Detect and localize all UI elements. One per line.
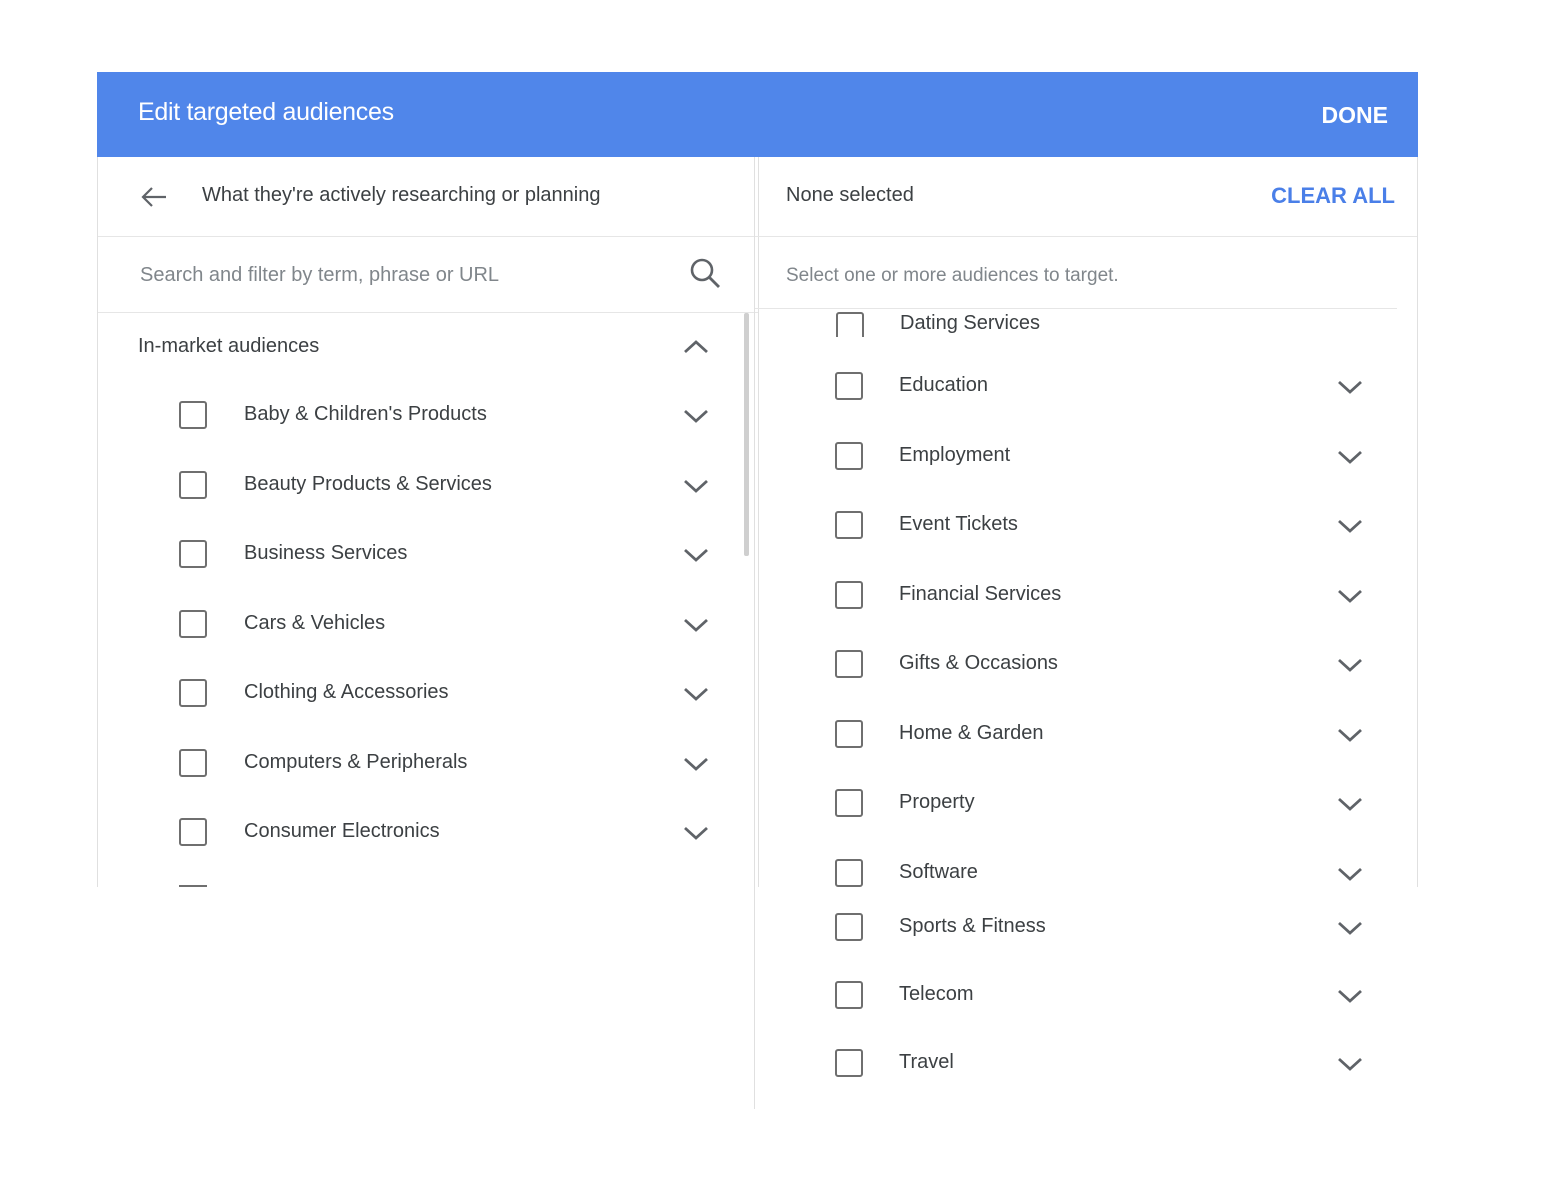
- chevron-down-icon[interactable]: [1336, 586, 1364, 606]
- list-item[interactable]: Computers & Peripherals: [98, 729, 738, 798]
- list-item-label: Beauty Products & Services: [244, 473, 492, 495]
- list-item[interactable]: Sports & Fitness: [754, 893, 1414, 962]
- selection-header: None selected CLEAR ALL: [755, 157, 1417, 237]
- list-item-label: Education: [899, 374, 988, 396]
- list-item[interactable]: Travel: [754, 1029, 1414, 1098]
- chevron-down-icon[interactable]: [1336, 918, 1364, 938]
- next-checkbox-edge: [179, 885, 207, 887]
- list-item-label: Gifts & Occasions: [899, 652, 1058, 674]
- chevron-down-icon[interactable]: [1336, 986, 1364, 1006]
- list-item-label: Event Tickets: [899, 513, 1018, 535]
- search-bar: [98, 237, 758, 313]
- checkbox[interactable]: [836, 312, 864, 337]
- list-item-label: Software: [899, 861, 978, 883]
- selection-status: None selected: [786, 184, 914, 206]
- list-item[interactable]: Home & Garden: [754, 700, 1414, 769]
- list-item[interactable]: Cars & Vehicles: [98, 590, 738, 659]
- search-input[interactable]: [138, 257, 682, 293]
- list-item-label: Clothing & Accessories: [244, 681, 449, 703]
- list-item-label: Financial Services: [899, 583, 1062, 605]
- chevron-down-icon[interactable]: [682, 684, 710, 704]
- checkbox[interactable]: [835, 981, 863, 1009]
- checkbox[interactable]: [179, 471, 207, 499]
- list-item-label: Travel: [899, 1051, 954, 1073]
- selection-hint: Select one or more audiences to target.: [786, 265, 1119, 286]
- selection-hint-row: Select one or more audiences to target.: [755, 237, 1397, 309]
- list-item[interactable]: Gifts & Occasions: [754, 630, 1414, 699]
- list-item[interactable]: Event Tickets: [754, 491, 1414, 560]
- checkbox[interactable]: [835, 720, 863, 748]
- chevron-down-icon[interactable]: [1336, 447, 1364, 467]
- search-icon[interactable]: [688, 256, 722, 290]
- checkbox[interactable]: [179, 401, 207, 429]
- checkbox[interactable]: [835, 913, 863, 941]
- list-item-label: Computers & Peripherals: [244, 751, 468, 773]
- checkbox[interactable]: [835, 1049, 863, 1077]
- chevron-down-icon[interactable]: [1336, 377, 1364, 397]
- in-market-section-header[interactable]: In-market audiences: [98, 313, 743, 381]
- audience-browser-panel: What they're actively researching or pla…: [97, 157, 759, 887]
- checkbox[interactable]: [835, 650, 863, 678]
- checkbox[interactable]: [179, 818, 207, 846]
- checkbox[interactable]: [835, 442, 863, 470]
- dialog-header: Edit targeted audiences DONE: [97, 72, 1418, 157]
- chevron-down-icon[interactable]: [1336, 1054, 1364, 1074]
- checkbox[interactable]: [835, 511, 863, 539]
- list-item-label: Cars & Vehicles: [244, 612, 386, 634]
- list-item-label: Business Services: [244, 542, 408, 564]
- list-item-label: Employment: [899, 444, 1011, 466]
- chevron-down-icon[interactable]: [1336, 655, 1364, 675]
- list-item[interactable]: Employment: [754, 422, 1414, 491]
- checkbox[interactable]: [179, 679, 207, 707]
- clear-all-button[interactable]: CLEAR ALL: [1271, 183, 1395, 209]
- list-item-label: Sports & Fitness: [899, 915, 1046, 937]
- checkbox[interactable]: [179, 610, 207, 638]
- checkbox[interactable]: [179, 749, 207, 777]
- list-item[interactable]: Property: [754, 769, 1414, 838]
- dialog-title: Edit targeted audiences: [138, 98, 394, 126]
- checkbox[interactable]: [835, 581, 863, 609]
- list-item[interactable]: Clothing & Accessories: [98, 659, 738, 728]
- list-item[interactable]: Business Services: [98, 520, 738, 589]
- list-item-label: Consumer Electronics: [244, 820, 440, 842]
- chevron-down-icon[interactable]: [1336, 794, 1364, 814]
- list-item-label: Baby & Children's Products: [244, 403, 487, 425]
- list-item-label: Dating Services: [900, 312, 1041, 334]
- selection-panel: None selected CLEAR ALL Select one or mo…: [754, 157, 1418, 1109]
- chevron-down-icon[interactable]: [682, 823, 710, 843]
- list-item[interactable]: Financial Services: [754, 561, 1414, 630]
- list-item[interactable]: Baby & Children's Products: [98, 381, 738, 450]
- category-title: What they're actively researching or pla…: [202, 184, 601, 206]
- chevron-down-icon[interactable]: [682, 476, 710, 496]
- chevron-down-icon[interactable]: [1336, 864, 1364, 884]
- section-label: In-market audiences: [138, 335, 320, 357]
- checkbox[interactable]: [835, 372, 863, 400]
- chevron-down-icon[interactable]: [682, 615, 710, 635]
- chevron-down-icon[interactable]: [1336, 725, 1364, 745]
- arrow-back-icon[interactable]: [138, 182, 170, 212]
- scrollbar[interactable]: [744, 313, 749, 556]
- list-item[interactable]: Telecom: [754, 961, 1414, 1030]
- chevron-down-icon[interactable]: [1336, 516, 1364, 536]
- chevron-up-icon[interactable]: [682, 337, 710, 357]
- list-item-label: Telecom: [899, 983, 974, 1005]
- chevron-down-icon[interactable]: [682, 545, 710, 565]
- list-item[interactable]: Consumer Electronics: [98, 798, 738, 867]
- chevron-down-icon[interactable]: [682, 754, 710, 774]
- done-button[interactable]: DONE: [1322, 102, 1388, 129]
- breadcrumb: What they're actively researching or pla…: [98, 157, 758, 237]
- list-item-label: Home & Garden: [899, 722, 1044, 744]
- list-item[interactable]: Education: [754, 352, 1414, 421]
- checkbox[interactable]: [835, 789, 863, 817]
- list-item-label: Property: [899, 791, 975, 813]
- list-item[interactable]: Beauty Products & Services: [98, 451, 738, 520]
- checkbox[interactable]: [835, 859, 863, 887]
- chevron-down-icon[interactable]: [682, 406, 710, 426]
- checkbox[interactable]: [179, 540, 207, 568]
- list-item[interactable]: Dating Services: [755, 309, 1417, 337]
